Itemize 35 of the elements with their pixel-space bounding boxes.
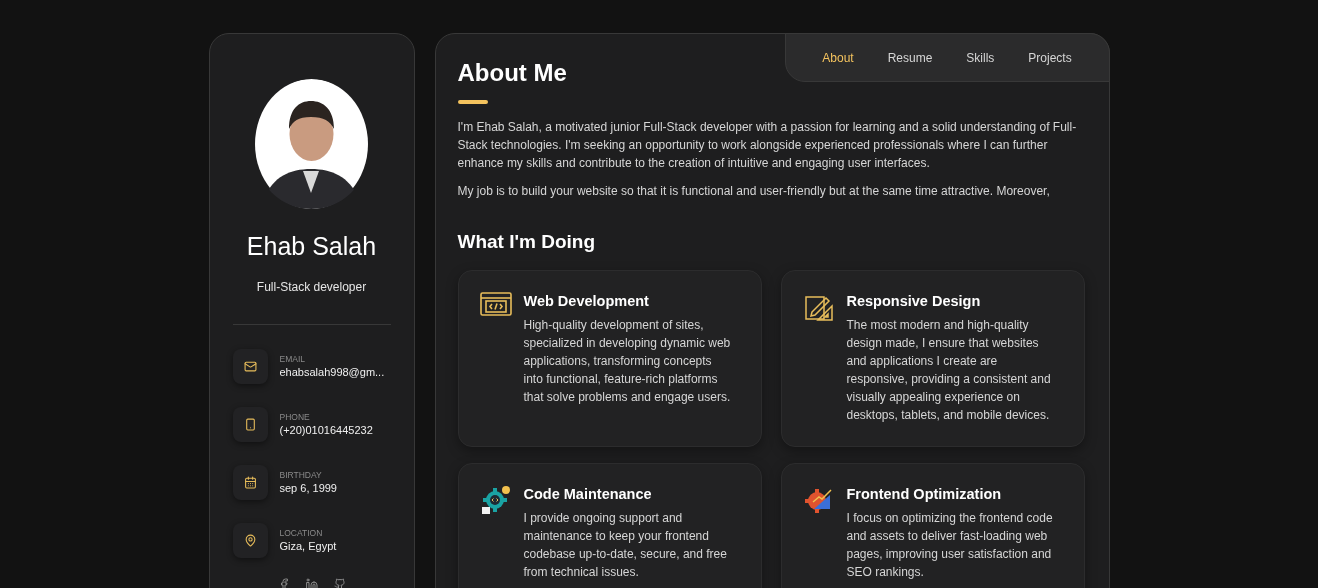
contact-value: (+20)01016445232: [279, 424, 373, 438]
service-title: Web Development: [523, 291, 650, 310]
contact-value: ehabsalah998@gm...: [279, 366, 385, 380]
service-title: Frontend Optimization: [846, 484, 1003, 503]
phone-icon: [243, 418, 257, 432]
contact-label: PHONE: [279, 411, 311, 423]
about-paragraph: I'm Ehab Salah, a motivated junior Full-Stack developer with a passion for learning and a solid understanding of Full-Stack technologies. I'm seeking an opportunity to work alongside experienced professionals where I can further enhance my skills and contribute to the creation of intuitive and engaging user interfaces.: [457, 119, 1078, 172]
nav-tab[interactable]: Projects: [1028, 48, 1072, 67]
title-underline: [457, 100, 488, 104]
service-description: I provide ongoing support and maintenance to keep your frontend codebase up-to-date, secure, and free from technical issues.: [523, 509, 728, 581]
nav-tab[interactable]: Resume: [887, 48, 933, 67]
service-title: Code Maintenance: [523, 484, 653, 503]
section-heading: What I'm Doing: [457, 230, 596, 254]
map-pin-icon: [243, 534, 257, 548]
about-paragraph: My job is to build your website so that it is functional and user-friendly but at the same time attractive. Moreover,: [457, 183, 1051, 200]
contact-label: BIRTHDAY: [279, 469, 323, 481]
service-description: I focus on optimizing the frontend code and assets to deliver fast-loading web pages, improving user satisfaction and SEO rankings.: [846, 509, 1054, 581]
nav-tab[interactable]: Skills: [966, 48, 995, 67]
service-title: Responsive Design: [846, 291, 982, 310]
contact-value: Giza, Egypt: [279, 540, 337, 554]
section-title: About Me: [457, 58, 567, 88]
contact-value: sep 6, 1999: [279, 482, 337, 496]
mail-icon: [243, 360, 257, 374]
nav-tab[interactable]: About: [822, 48, 854, 67]
service-description: High-quality development of sites, specialized in developing dynamic web applications, transforming concepts into functional, feature-rich platforms that solve problems and engage users.: [523, 316, 731, 406]
calendar-icon: [243, 476, 257, 490]
github-icon[interactable]: [333, 578, 346, 588]
linkedin-icon[interactable]: [305, 578, 318, 588]
profile-name: Ehab Salah: [246, 231, 377, 262]
browser-code-icon: [479, 291, 512, 318]
profile-role: Full-Stack developer: [256, 279, 367, 297]
service-description: The most modern and high-quality design made, I ensure that websites and applications I create are responsive, providing a consistent and visually appealing experience on desktops, tablets, and mobile devices.: [846, 316, 1052, 424]
gear-code-icon: [480, 484, 511, 515]
contact-label: EMAIL: [279, 353, 306, 365]
contact-label: LOCATION: [279, 527, 324, 539]
